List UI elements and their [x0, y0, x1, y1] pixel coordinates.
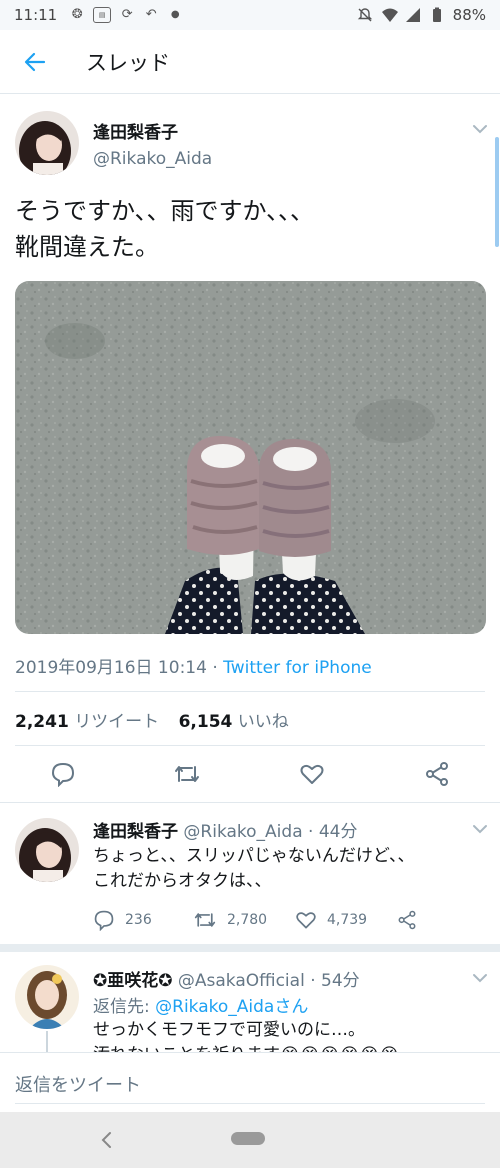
- reply-retweet-count: 2,780: [227, 912, 268, 928]
- reply-share-button[interactable]: [397, 909, 417, 931]
- author-avatar[interactable]: [15, 111, 79, 175]
- thread-line: [46, 1031, 48, 1052]
- share-icon: [398, 910, 416, 930]
- reply-author-handle[interactable]: @Rikako_Aida · 44分: [183, 822, 357, 842]
- compose-underline: [15, 1103, 485, 1104]
- retweet-label[interactable]: リツイート: [74, 712, 159, 732]
- replying-to: 返信先: @Rikako_Aidaさん: [93, 992, 308, 1017]
- reply-author-name[interactable]: ✪亜咲花✪: [93, 971, 173, 991]
- tweet-timestamp: 2019年09月16日 10:14: [15, 658, 207, 678]
- signal-icon: [405, 7, 421, 23]
- reply-options-chevron-icon[interactable]: [470, 819, 490, 839]
- replying-to-suffix: さん: [274, 997, 309, 1017]
- divider: [0, 802, 500, 803]
- back-button[interactable]: [0, 30, 70, 94]
- battery-icon: [429, 7, 445, 23]
- reply-author-avatar[interactable]: [15, 818, 79, 882]
- aperture-icon: ❂: [71, 7, 83, 22]
- replying-to-prefix: 返信先:: [93, 997, 156, 1017]
- battery-percent: 88%: [452, 6, 486, 24]
- reply-like-button[interactable]: 4,739: [295, 909, 367, 931]
- author-name[interactable]: 逢田梨香子: [93, 118, 178, 143]
- retweet-icon: [175, 766, 199, 782]
- tweet-photo[interactable]: [15, 281, 486, 634]
- divider: [15, 745, 485, 746]
- reply-like-count: 4,739: [327, 912, 368, 928]
- reply-reply-button[interactable]: 236: [93, 909, 152, 931]
- status-bar: 11:11 ❂ ▤ ⟳ ↶ ● 88%: [0, 0, 500, 30]
- tweet-options-chevron-icon[interactable]: [470, 119, 490, 139]
- app-notification-icon: ▤: [93, 7, 112, 23]
- retweet-icon: [194, 913, 216, 927]
- retweet-count[interactable]: 2,241: [15, 712, 69, 732]
- page-title: スレッド: [86, 50, 170, 75]
- divider: [15, 691, 485, 692]
- replying-to-handle[interactable]: @Rikako_Aida: [155, 997, 274, 1017]
- section-separator: [0, 944, 500, 952]
- reply-author-name[interactable]: 逢田梨香子: [93, 822, 178, 842]
- tweet-meta: 2019年09月16日 10:14 · Twitter for iPhone: [15, 653, 372, 678]
- wifi-icon: [381, 7, 398, 23]
- more-notifications-icon: ●: [170, 9, 180, 20]
- heart-icon: [296, 912, 316, 929]
- reply-compose-input[interactable]: 返信をツイート: [15, 1071, 141, 1097]
- tweet-stats: 2,241 リツイート 6,154 いいね: [15, 707, 303, 732]
- reply-author-handle[interactable]: @AsakaOfficial · 54分: [178, 971, 360, 991]
- reply-header: ✪亜咲花✪ @AsakaOfficial · 54分: [93, 966, 360, 991]
- reply-header: 逢田梨香子 @Rikako_Aida · 44分: [93, 817, 357, 842]
- reply-button[interactable]: [49, 760, 77, 788]
- tweet-text: そうですか、、雨ですか、、、 靴間違えた。: [15, 197, 315, 261]
- scrollbar[interactable]: [495, 137, 499, 247]
- reply-icon: [94, 910, 114, 931]
- system-nav-bar: [0, 1112, 500, 1168]
- back-arrow-icon: [24, 52, 46, 71]
- nav-home-pill[interactable]: [231, 1132, 265, 1145]
- retweet-button[interactable]: [173, 760, 201, 788]
- reply-notification-icon: ↶: [145, 7, 157, 22]
- share-button[interactable]: [423, 760, 451, 788]
- tweet-client-link[interactable]: Twitter for iPhone: [223, 658, 372, 678]
- notifications-muted-icon: [357, 7, 373, 23]
- like-button[interactable]: [298, 760, 326, 788]
- meta-separator: ·: [206, 658, 224, 678]
- nav-back-icon[interactable]: [98, 1130, 114, 1150]
- notification-icons: ❂ ▤ ⟳ ↶ ●: [69, 7, 183, 23]
- refresh-notification-icon: ⟳: [121, 7, 133, 22]
- reply-reply-count: 236: [125, 912, 152, 928]
- heart-icon: [300, 764, 324, 784]
- share-icon: [426, 762, 448, 786]
- status-time: 11:11: [14, 6, 58, 24]
- like-label[interactable]: いいね: [238, 712, 289, 732]
- reply-compose-bar: 返信をツイート: [0, 1052, 500, 1112]
- top-app-bar: スレッド: [0, 30, 500, 94]
- like-count[interactable]: 6,154: [179, 712, 233, 732]
- reply-options-chevron-icon[interactable]: [470, 968, 490, 988]
- reply-retweet-button[interactable]: 2,780: [193, 909, 267, 931]
- reply-author-avatar[interactable]: [15, 965, 79, 1029]
- reply-icon: [51, 762, 75, 787]
- reply-text: ちょっと、、スリッパじゃないんだけど、、 これだからオタクは、、: [93, 846, 415, 891]
- author-handle[interactable]: @Rikako_Aida: [93, 149, 212, 169]
